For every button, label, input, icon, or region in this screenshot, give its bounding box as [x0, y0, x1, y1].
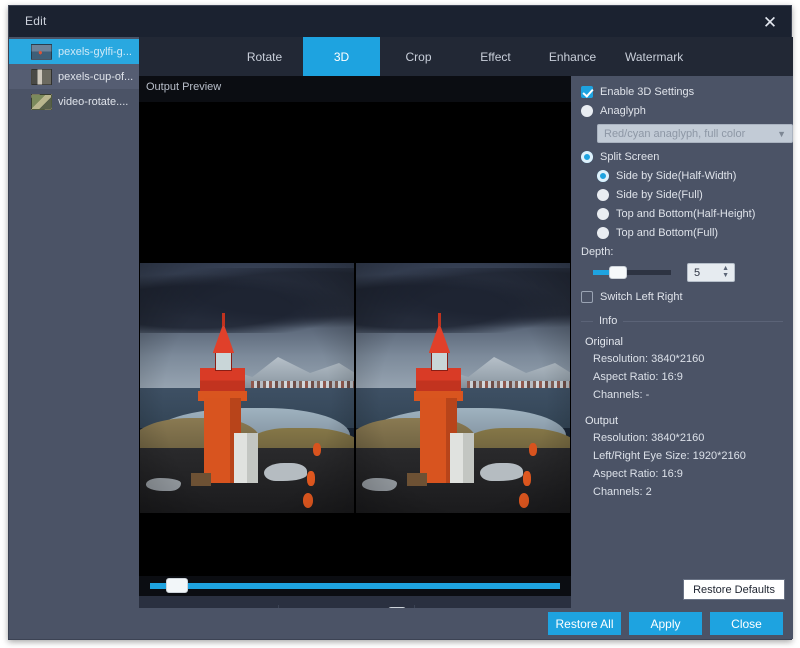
chevron-down-icon: ▼ — [777, 129, 786, 139]
info-original-channels: Channels: - — [593, 389, 783, 401]
info-output-heading: Output — [585, 415, 783, 427]
tab-3d[interactable]: 3D — [303, 37, 380, 76]
depth-value: 5 — [694, 267, 700, 279]
info-original-group: Original Resolution: 3840*2160 Aspect Ra… — [581, 336, 783, 401]
restore-defaults-button[interactable]: Restore Defaults — [683, 579, 785, 600]
close-button[interactable]: Close — [710, 612, 783, 635]
file-thumbnail-icon — [31, 69, 52, 85]
radio-icon[interactable] — [597, 208, 609, 220]
info-output-group: Output Resolution: 3840*2160 Left/Right … — [581, 415, 783, 498]
tab-enhance[interactable]: Enhance — [534, 37, 611, 76]
depth-control-row: 5 ▲ ▼ — [593, 263, 783, 282]
file-thumbnail-icon — [31, 44, 52, 60]
seek-bar-row — [139, 576, 571, 596]
anaglyph-type-value: Red/cyan anaglyph, full color — [604, 128, 745, 140]
window-title: Edit — [25, 14, 46, 28]
depth-label: Depth: — [581, 246, 783, 258]
edit-window: Edit ✕ pexels-gylfi-g... pexels-cup-of..… — [8, 5, 792, 640]
anaglyph-label: Anaglyph — [600, 105, 646, 117]
tab-effect[interactable]: Effect — [457, 37, 534, 76]
info-group: Info Original Resolution: 3840*2160 Aspe… — [581, 321, 783, 498]
restore-all-button[interactable]: Restore All — [548, 612, 621, 635]
tab-crop[interactable]: Crop — [380, 37, 457, 76]
footer-bar: Restore All Apply Close — [9, 608, 793, 639]
right-eye-image — [356, 263, 570, 513]
radio-icon[interactable] — [597, 227, 609, 239]
info-original-resolution: Resolution: 3840*2160 — [593, 353, 783, 365]
stepper-down-icon[interactable]: ▼ — [722, 272, 729, 279]
tab-rotate[interactable]: Rotate — [226, 37, 303, 76]
file-item-label: pexels-cup-of... — [58, 71, 133, 83]
app-root: Edit ✕ pexels-gylfi-g... pexels-cup-of..… — [0, 0, 800, 648]
stepper-arrows-icon[interactable]: ▲ ▼ — [722, 265, 729, 279]
video-canvas — [139, 102, 571, 576]
option-side-by-side-half-width[interactable]: Side by Side(Half-Width) — [597, 170, 783, 182]
info-output-eye-size: Left/Right Eye Size: 1920*2160 — [593, 450, 783, 462]
info-output-resolution: Resolution: 3840*2160 — [593, 432, 783, 444]
split-screen-radio-row[interactable]: Split Screen — [581, 151, 783, 163]
file-list-sidebar: pexels-gylfi-g... pexels-cup-of... video… — [9, 37, 139, 610]
radio-icon[interactable] — [597, 189, 609, 201]
tab-watermark[interactable]: Watermark — [611, 37, 697, 76]
info-legend: Info — [593, 315, 623, 327]
radio-icon[interactable] — [581, 151, 593, 163]
titlebar: Edit ✕ — [9, 6, 791, 37]
info-original-heading: Original — [585, 336, 783, 348]
settings-panel: Enable 3D Settings Anaglyph Red/cyan ana… — [571, 76, 793, 610]
close-icon[interactable]: ✕ — [757, 10, 783, 34]
split-screen-label: Split Screen — [600, 151, 659, 163]
tab-bar-spacer — [139, 37, 226, 76]
switch-left-right-label: Switch Left Right — [600, 291, 683, 303]
option-label: Top and Bottom(Half-Height) — [616, 208, 755, 220]
stepper-up-icon[interactable]: ▲ — [722, 265, 729, 272]
option-top-and-bottom-half-height[interactable]: Top and Bottom(Half-Height) — [597, 208, 783, 220]
stereo-image — [140, 263, 570, 513]
anaglyph-type-select[interactable]: Red/cyan anaglyph, full color ▼ — [597, 124, 793, 143]
seek-bar[interactable] — [150, 583, 560, 589]
info-output-channels: Channels: 2 — [593, 486, 783, 498]
file-item-label: pexels-gylfi-g... — [58, 46, 132, 58]
apply-button[interactable]: Apply — [629, 612, 702, 635]
file-item-label: video-rotate.... — [58, 96, 128, 108]
preview-pane: Output Preview — [139, 76, 571, 610]
switch-left-right-row[interactable]: Switch Left Right — [581, 291, 783, 303]
sidebar-item-file-1[interactable]: pexels-gylfi-g... — [9, 39, 139, 64]
option-side-by-side-full[interactable]: Side by Side(Full) — [597, 189, 783, 201]
seek-handle[interactable] — [166, 578, 188, 593]
checkbox-icon[interactable] — [581, 291, 593, 303]
radio-icon[interactable] — [581, 105, 593, 117]
file-thumbnail-icon — [31, 94, 52, 110]
tab-bar: Rotate 3D Crop Effect Enhance Watermark — [139, 37, 793, 76]
sidebar-item-file-3[interactable]: video-rotate.... — [9, 89, 139, 114]
option-label: Side by Side(Full) — [616, 189, 703, 201]
depth-slider[interactable] — [593, 270, 671, 275]
anaglyph-radio-row[interactable]: Anaglyph — [581, 105, 783, 117]
vignette — [140, 263, 354, 513]
info-output-aspect-ratio: Aspect Ratio: 16:9 — [593, 468, 783, 480]
info-original-aspect-ratio: Aspect Ratio: 16:9 — [593, 371, 783, 383]
enable-3d-settings-label: Enable 3D Settings — [600, 86, 694, 98]
preview-label: Output Preview — [146, 81, 221, 93]
option-label: Top and Bottom(Full) — [616, 227, 718, 239]
left-eye-image — [140, 263, 354, 513]
option-label: Side by Side(Half-Width) — [616, 170, 736, 182]
checkbox-icon[interactable] — [581, 86, 593, 98]
option-top-and-bottom-full[interactable]: Top and Bottom(Full) — [597, 227, 783, 239]
radio-icon[interactable] — [597, 170, 609, 182]
sidebar-item-file-2[interactable]: pexels-cup-of... — [9, 64, 139, 89]
depth-slider-handle[interactable] — [609, 266, 627, 279]
main-area: Rotate 3D Crop Effect Enhance Watermark … — [139, 37, 793, 610]
depth-stepper[interactable]: 5 ▲ ▼ — [687, 263, 735, 282]
enable-3d-settings-row[interactable]: Enable 3D Settings — [581, 86, 783, 98]
vignette — [356, 263, 570, 513]
